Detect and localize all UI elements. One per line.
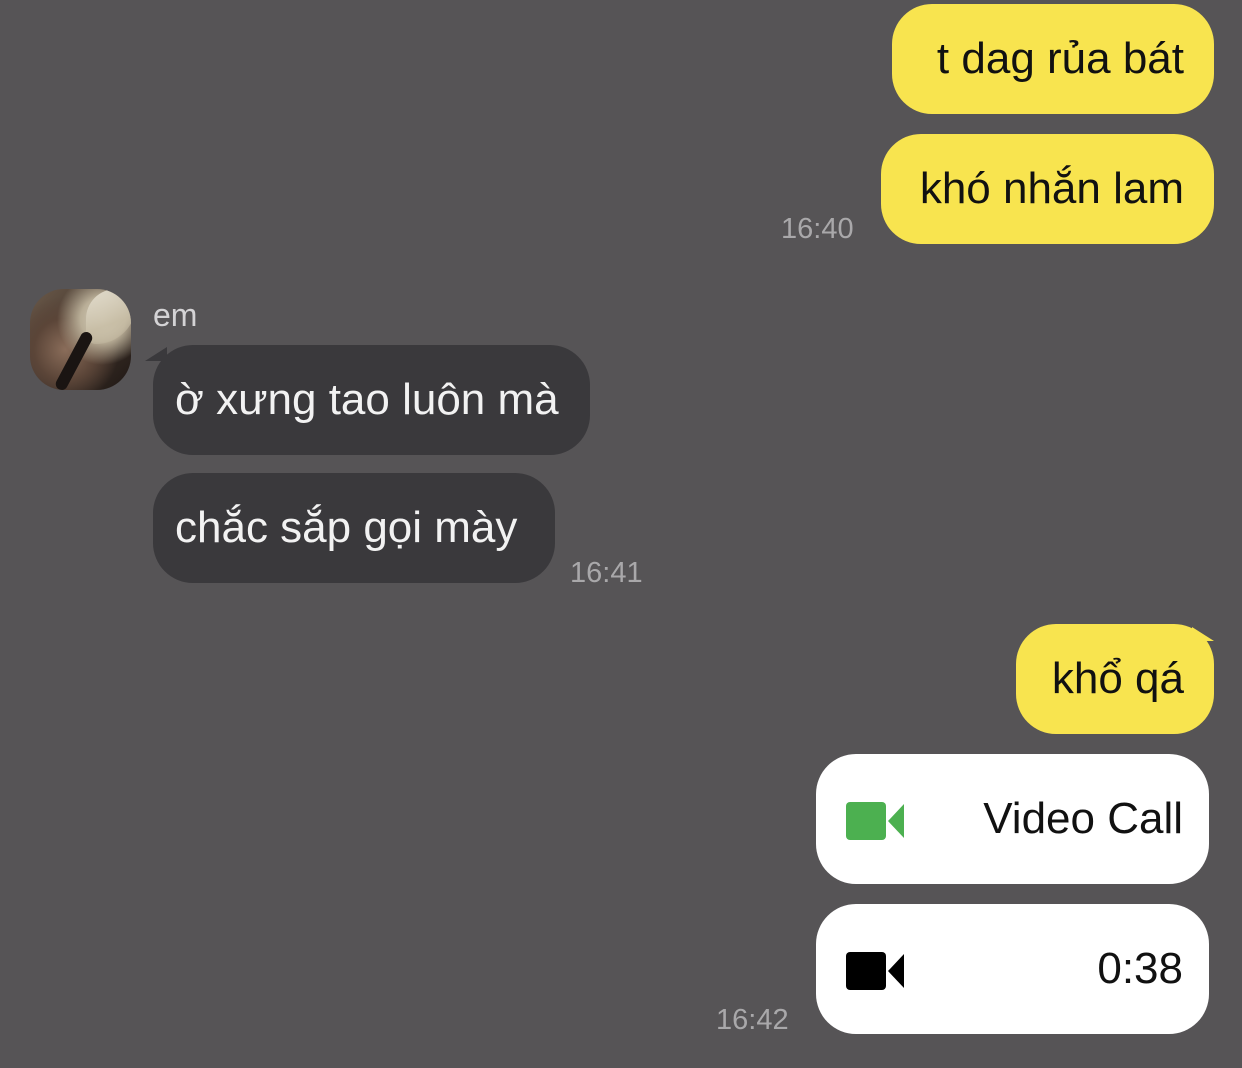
video-camera-icon	[846, 952, 904, 990]
avatar[interactable]	[30, 289, 131, 390]
call-duration: 0:38	[1097, 944, 1183, 993]
message-bubble-outgoing[interactable]: khó nhắn lam	[881, 134, 1214, 244]
message-bubble-outgoing[interactable]: t dag rủa bát	[892, 4, 1214, 114]
message-timestamp: 16:40	[781, 213, 854, 245]
video-call-duration-card[interactable]: 0:38	[816, 904, 1209, 1034]
message-bubble-incoming[interactable]: chắc sắp gọi mày	[153, 473, 555, 583]
avatar-image-detail	[53, 329, 95, 390]
message-timestamp: 16:42	[716, 1004, 789, 1036]
video-call-card[interactable]: Video Call	[816, 754, 1209, 884]
avatar-image-detail	[86, 289, 131, 344]
call-label: Video Call	[983, 794, 1183, 843]
sender-name: em	[153, 297, 198, 333]
message-bubble-outgoing[interactable]: khổ qá	[1016, 624, 1214, 734]
message-bubble-incoming[interactable]: ờ xưng tao luôn mà	[153, 345, 590, 455]
message-timestamp: 16:41	[570, 557, 643, 589]
video-camera-icon	[846, 802, 904, 840]
